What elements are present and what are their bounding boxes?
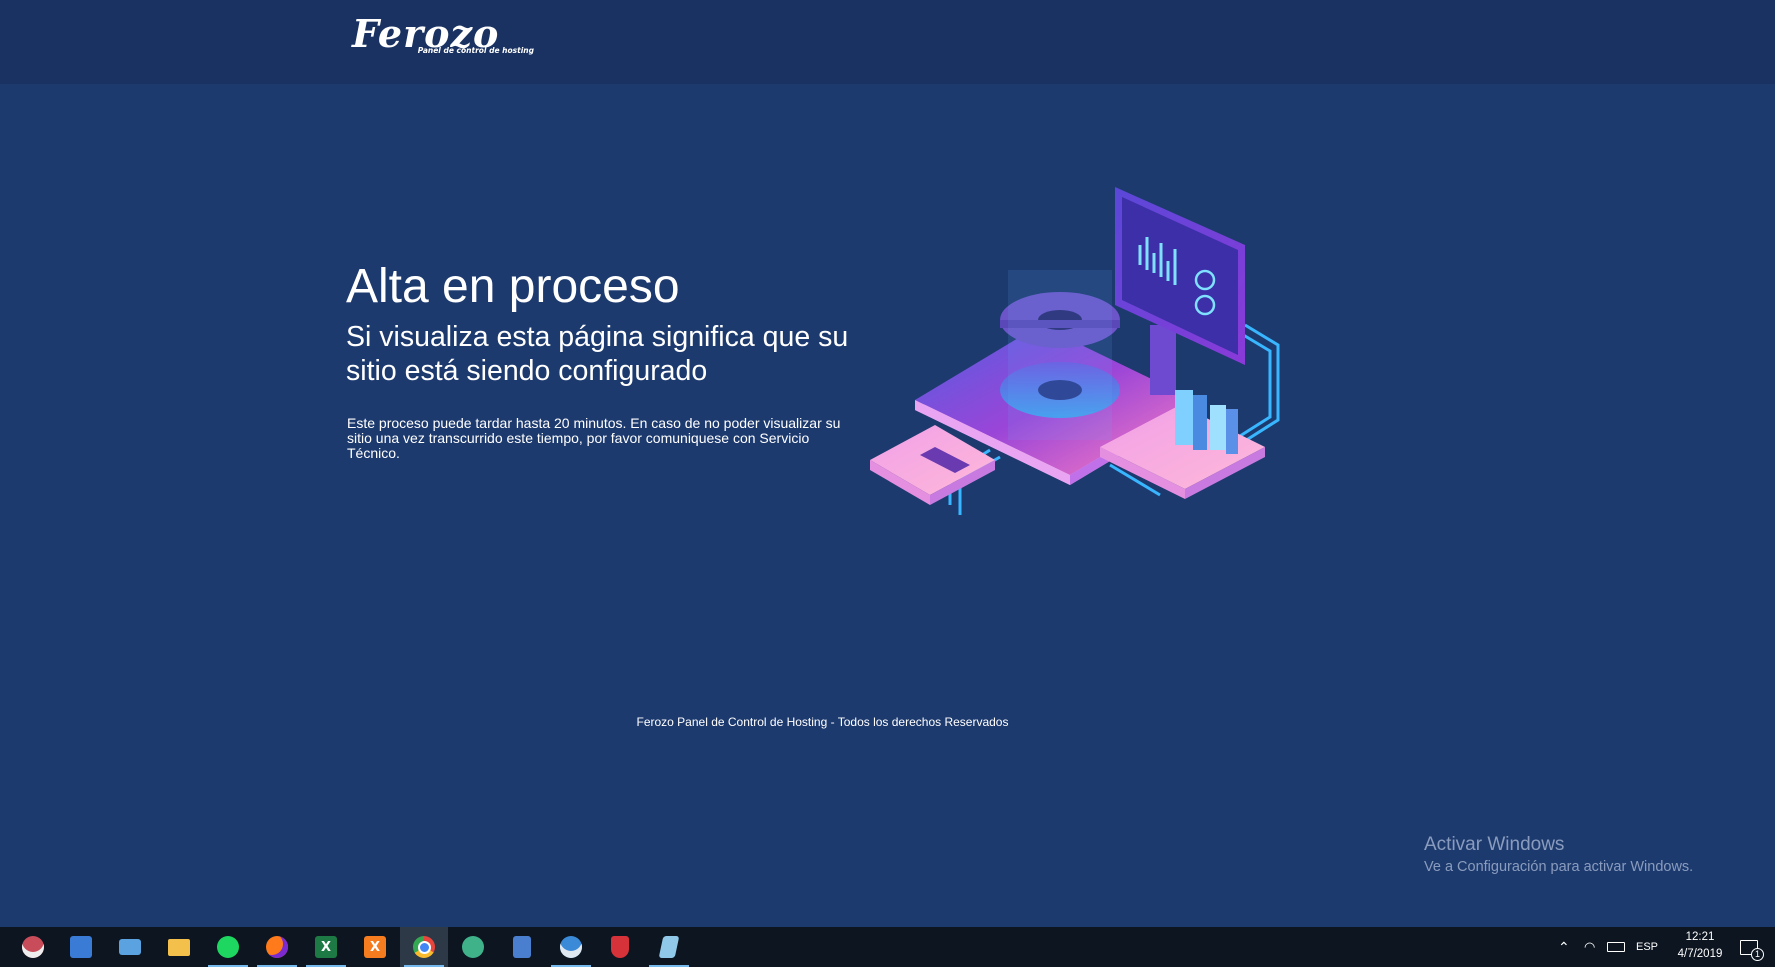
taskbar-app-atom[interactable] (449, 927, 497, 967)
taskbar-app-firefox[interactable] (253, 927, 301, 967)
header-bar: Ferozo Panel de control de hosting (0, 0, 1775, 84)
chrome-icon (413, 936, 435, 958)
taskbar-app-spotify[interactable] (204, 927, 252, 967)
clock-date: 4/7/2019 (1677, 948, 1723, 960)
notepad-icon (658, 936, 680, 958)
taskbar-app-thunderbird[interactable] (547, 927, 595, 967)
watermark-title: Activar Windows (1424, 834, 1565, 855)
taskbar-app-chrome[interactable] (400, 927, 448, 967)
atom-icon (462, 936, 484, 958)
file-explorer-icon (168, 938, 190, 956)
show-hidden-icons-button[interactable]: ⌃ (1558, 927, 1570, 967)
battery-status[interactable] (1607, 927, 1625, 967)
page-description: Este proceso puede tardar hasta 20 minut… (347, 415, 841, 461)
excel-icon: X (315, 936, 337, 958)
taskbar-app-network-tool[interactable] (9, 927, 57, 967)
language-label: ESP (1636, 941, 1659, 953)
taskbar-app-excel[interactable]: X (302, 927, 350, 967)
display-settings-icon (119, 939, 141, 955)
action-center-button[interactable]: 1 (1740, 927, 1764, 967)
taskbar-app-computer[interactable] (57, 927, 105, 967)
notification-icon: 1 (1740, 939, 1764, 961)
gear-stack (1000, 270, 1120, 440)
wifi-status[interactable]: ◠ (1584, 927, 1595, 967)
wifi-icon: ◠ (1584, 939, 1596, 954)
taskbar-app-xampp[interactable]: X (351, 927, 399, 967)
taskbar-app-display-settings[interactable] (106, 927, 154, 967)
notification-count: 1 (1751, 947, 1764, 961)
xampp-icon: X (364, 936, 386, 958)
language-indicator[interactable]: ESP (1636, 927, 1658, 967)
logo-tagline: Panel de control de hosting (417, 46, 534, 55)
shield-app-icon (611, 936, 629, 958)
thunderbird-icon (560, 936, 582, 958)
taskbar-app-network-share[interactable] (498, 927, 546, 967)
firefox-icon (266, 936, 288, 958)
monitor-dashboard (1115, 187, 1245, 395)
battery-icon (1607, 942, 1625, 952)
watermark-subtitle: Ve a Configuración para activar Windows. (1424, 859, 1694, 875)
spotify-icon (217, 936, 239, 958)
ferozo-logo[interactable]: Ferozo Panel de control de hosting (352, 14, 534, 58)
footer-text: Ferozo Panel de Control de Hosting - Tod… (636, 715, 1009, 729)
network-tool-icon (22, 936, 44, 958)
windows-activation-watermark: Activar Windows Ve a Configuración para … (1424, 834, 1693, 876)
page-subtitle: Si visualiza esta página significa que s… (346, 321, 849, 387)
chevron-up-icon: ⌃ (1558, 938, 1570, 955)
clock-time: 12:21 (1685, 931, 1715, 943)
system-clock[interactable]: 12:21 4/7/2019 (1660, 929, 1740, 963)
computer-icon (70, 936, 92, 958)
network-share-icon (513, 936, 531, 958)
taskbar-app-notepad[interactable] (645, 927, 693, 967)
windows-taskbar: X X ⌃ ◠ ESP 12:21 4/7/2019 1 (0, 927, 1775, 967)
taskbar-app-shield[interactable] (596, 927, 644, 967)
taskbar-app-file-explorer[interactable] (155, 927, 203, 967)
server-configuration-illustration (870, 187, 1280, 515)
page-title: Alta en proceso (346, 260, 680, 313)
